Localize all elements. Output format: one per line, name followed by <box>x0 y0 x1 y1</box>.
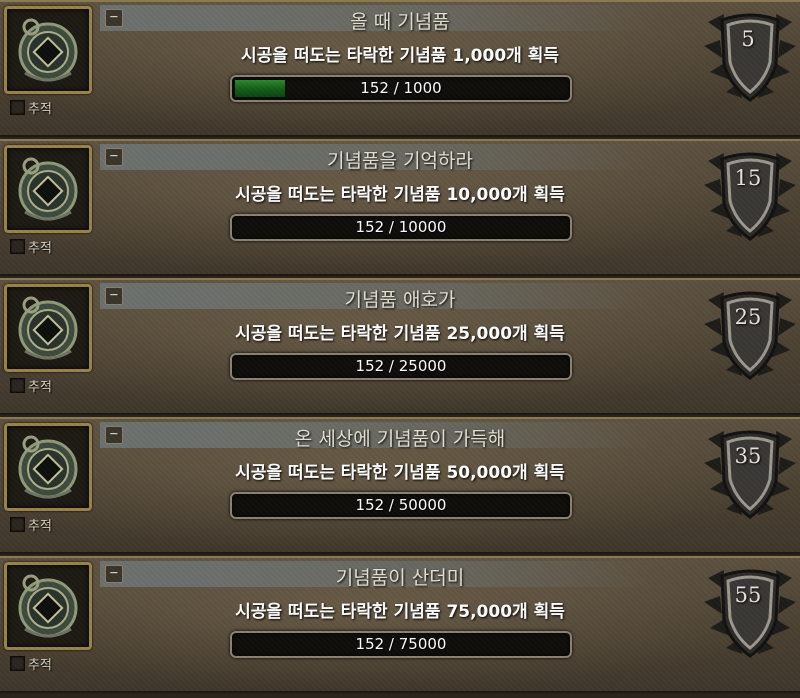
souvenir-trinket-icon <box>18 435 78 499</box>
progress-text: 152 / 10000 <box>355 218 447 236</box>
achievement-description: 시공을 떠도는 타락한 기념품 75,000개 획득 <box>235 602 565 622</box>
achievement-row: 추적 − 올 때 기념품 시공을 떠도는 타락한 기념품 1,000개 획득 1… <box>0 0 800 137</box>
track-checkbox-box[interactable] <box>10 656 25 671</box>
track-checkbox[interactable]: 추적 <box>10 237 52 256</box>
achievement-title: 기념품을 기억하라 <box>327 150 473 172</box>
track-checkbox-box[interactable] <box>10 100 25 115</box>
track-checkbox[interactable]: 추적 <box>10 654 52 673</box>
track-checkbox-box[interactable] <box>10 378 25 393</box>
achievement-points: 55 <box>734 583 762 607</box>
achievement-icon-frame <box>4 284 92 372</box>
achievement-description: 시공을 떠도는 타락한 기념품 10,000개 획득 <box>235 185 565 205</box>
progress-text: 152 / 75000 <box>355 635 447 653</box>
progress-text: 152 / 1000 <box>360 79 442 97</box>
achievement-row: 추적 − 온 세상에 기념품이 가득해 시공을 떠도는 타락한 기념품 50,0… <box>0 417 800 554</box>
progress-bar: 152 / 50000 <box>230 492 572 519</box>
achievement-points-shield-icon <box>704 291 796 380</box>
achievement-icon-frame <box>4 6 92 94</box>
achievement-points-shield-icon <box>704 430 796 519</box>
achievement-description: 시공을 떠도는 타락한 기념품 50,000개 획득 <box>235 463 565 483</box>
achievement-description: 시공을 떠도는 타락한 기념품 1,000개 획득 <box>241 46 559 66</box>
achievement-points: 25 <box>734 305 762 329</box>
achievement-icon-frame <box>4 145 92 233</box>
achievement-title: 온 세상에 기념품이 가득해 <box>294 428 506 450</box>
achievement-points: 35 <box>734 444 762 468</box>
achievement-row: 추적 − 기념품 애호가 시공을 떠도는 타락한 기념품 25,000개 획득 … <box>0 278 800 415</box>
achievement-row: 추적 − 기념품을 기억하라 시공을 떠도는 타락한 기념품 10,000개 획… <box>0 139 800 276</box>
track-checkbox-box[interactable] <box>10 517 25 532</box>
souvenir-trinket-icon <box>18 296 78 360</box>
achievement-row: 추적 − 기념품이 산더미 시공을 떠도는 타락한 기념품 75,000개 획득… <box>0 556 800 693</box>
progress-bar: 152 / 75000 <box>230 631 572 658</box>
progress-bar: 152 / 1000 <box>230 75 572 102</box>
achievement-title: 기념품 애호가 <box>344 289 456 311</box>
achievement-description: 시공을 떠도는 타락한 기념품 25,000개 획득 <box>235 324 565 344</box>
track-checkbox[interactable]: 추적 <box>10 376 52 395</box>
achievement-icon-frame <box>4 562 92 650</box>
track-checkbox[interactable]: 추적 <box>10 515 52 534</box>
souvenir-trinket-icon <box>18 574 78 638</box>
achievement-points-shield-icon <box>704 13 796 102</box>
achievement-icon-frame <box>4 423 92 511</box>
track-label: 추적 <box>28 241 52 256</box>
track-label: 추적 <box>28 519 52 534</box>
progress-text: 152 / 25000 <box>355 357 447 375</box>
achievement-title: 올 때 기념품 <box>350 11 450 33</box>
achievement-points-shield-icon <box>704 152 796 241</box>
progress-bar: 152 / 10000 <box>230 214 572 241</box>
achievement-points-shield-icon <box>704 569 796 658</box>
track-label: 추적 <box>28 658 52 673</box>
progress-text: 152 / 50000 <box>355 496 447 514</box>
track-label: 추적 <box>28 380 52 395</box>
progress-bar: 152 / 25000 <box>230 353 572 380</box>
track-checkbox[interactable]: 추적 <box>10 98 52 117</box>
achievement-title: 기념품이 산더미 <box>335 567 465 589</box>
track-label: 추적 <box>28 102 52 117</box>
achievement-points: 15 <box>734 166 762 190</box>
track-checkbox-box[interactable] <box>10 239 25 254</box>
souvenir-trinket-icon <box>18 157 78 221</box>
souvenir-trinket-icon <box>18 18 78 82</box>
achievement-list: 추적 − 올 때 기념품 시공을 떠도는 타락한 기념품 1,000개 획득 1… <box>0 0 800 698</box>
achievement-points: 5 <box>741 27 755 51</box>
